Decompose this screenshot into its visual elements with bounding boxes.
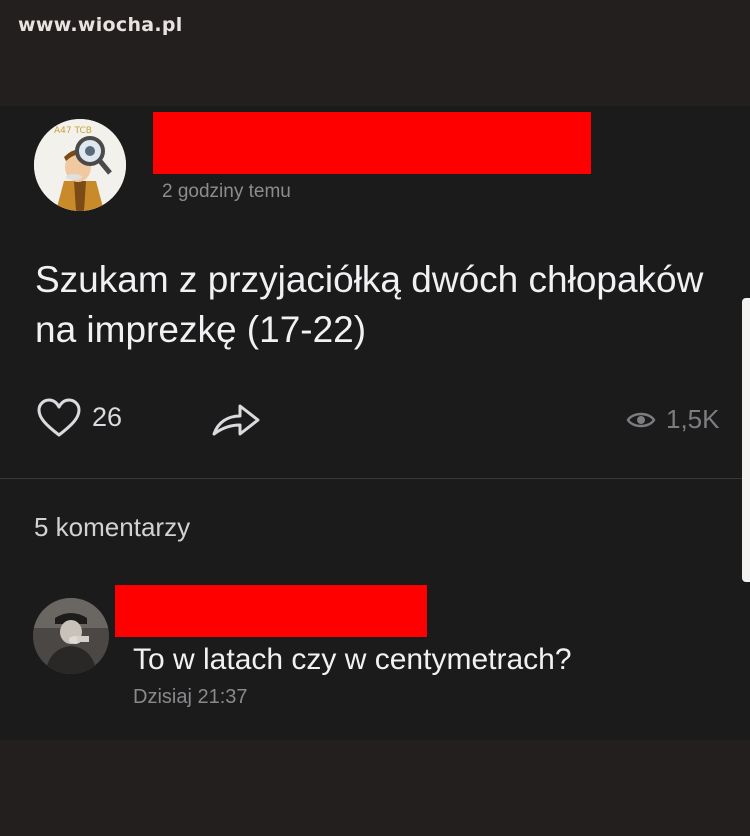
comment-time: Dzisiaj 21:37	[133, 686, 248, 708]
comment-author-avatar[interactable]	[33, 598, 109, 674]
like-count: 26	[92, 402, 123, 432]
man-photo-avatar-icon	[33, 598, 109, 674]
post-time: 2 godziny temu	[162, 181, 291, 202]
site-watermark: www.wiocha.pl	[18, 14, 183, 36]
divider	[0, 478, 750, 479]
detective-cartoon-avatar-icon: A47 TCB	[34, 119, 126, 211]
post-author-redacted[interactable]	[153, 112, 591, 174]
views-count: 1,5K	[666, 404, 720, 434]
comments-count[interactable]: 5 komentarzy	[34, 512, 190, 543]
svg-text:A47 TCB: A47 TCB	[54, 126, 92, 136]
heart-icon[interactable]	[36, 398, 82, 438]
post-text: Szukam z przyjaciółką dwóch chłopaków na…	[35, 259, 704, 350]
share-arrow-icon[interactable]	[210, 398, 262, 440]
scrollbar[interactable]	[742, 298, 750, 582]
post-author-avatar[interactable]: A47 TCB	[34, 119, 126, 211]
comment-author-redacted[interactable]	[115, 585, 427, 637]
eye-icon	[626, 412, 656, 428]
comment-text: To w latach czy w centymetrach?	[133, 643, 572, 676]
